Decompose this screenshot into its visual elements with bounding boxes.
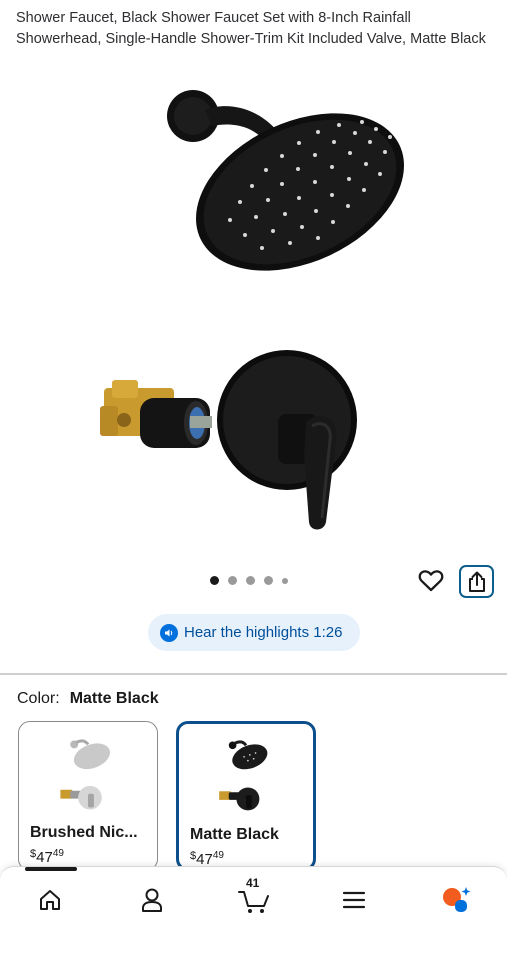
cart-count-badge: 41 xyxy=(246,876,260,890)
section-divider xyxy=(0,673,507,675)
home-icon xyxy=(40,890,60,910)
assistant-icon xyxy=(443,887,471,912)
carousel-dot[interactable] xyxy=(282,577,288,584)
color-option-matte-black[interactable]: Matte Black $4749 xyxy=(176,721,316,871)
cart-icon xyxy=(238,891,269,913)
nav-home[interactable] xyxy=(30,880,70,920)
active-tab-indicator xyxy=(25,867,77,871)
carousel-dot[interactable] xyxy=(264,576,273,585)
share-button[interactable] xyxy=(459,565,494,598)
carousel-dot[interactable] xyxy=(228,576,237,585)
hear-highlights-label: Hear the highlights 1:26 xyxy=(184,624,343,641)
favorite-button[interactable] xyxy=(416,566,446,596)
share-icon xyxy=(468,571,485,592)
color-option-name: Matte Black xyxy=(190,826,279,843)
nav-account[interactable] xyxy=(132,880,172,920)
color-option-brushed-nickel[interactable]: Brushed Nic... $4749 xyxy=(18,721,158,871)
carousel-dot[interactable] xyxy=(210,576,219,585)
product-image[interactable] xyxy=(0,70,507,560)
menu-icon xyxy=(342,891,366,909)
color-option-price: $4749 xyxy=(30,848,64,866)
account-icon xyxy=(142,888,162,912)
nav-assistant[interactable] xyxy=(436,880,476,920)
audio-icon xyxy=(160,623,178,642)
selected-color: Matte Black xyxy=(69,690,159,707)
carousel-dot[interactable] xyxy=(246,576,255,585)
color-selector-header: Color: Matte Black xyxy=(17,690,159,708)
nav-menu[interactable] xyxy=(334,880,374,920)
shower-faucet-image xyxy=(100,90,404,530)
hear-highlights-button[interactable]: Hear the highlights 1:26 xyxy=(148,614,360,651)
brushed-nickel-thumbnail xyxy=(60,739,111,810)
color-option-name: Brushed Nic... xyxy=(30,824,138,841)
color-label: Color: xyxy=(17,690,60,707)
heart-icon xyxy=(418,570,444,592)
matte-black-thumbnail xyxy=(219,740,268,811)
image-carousel-dots[interactable] xyxy=(210,576,288,585)
product-title: Shower Faucet, Black Shower Faucet Set w… xyxy=(16,10,486,47)
